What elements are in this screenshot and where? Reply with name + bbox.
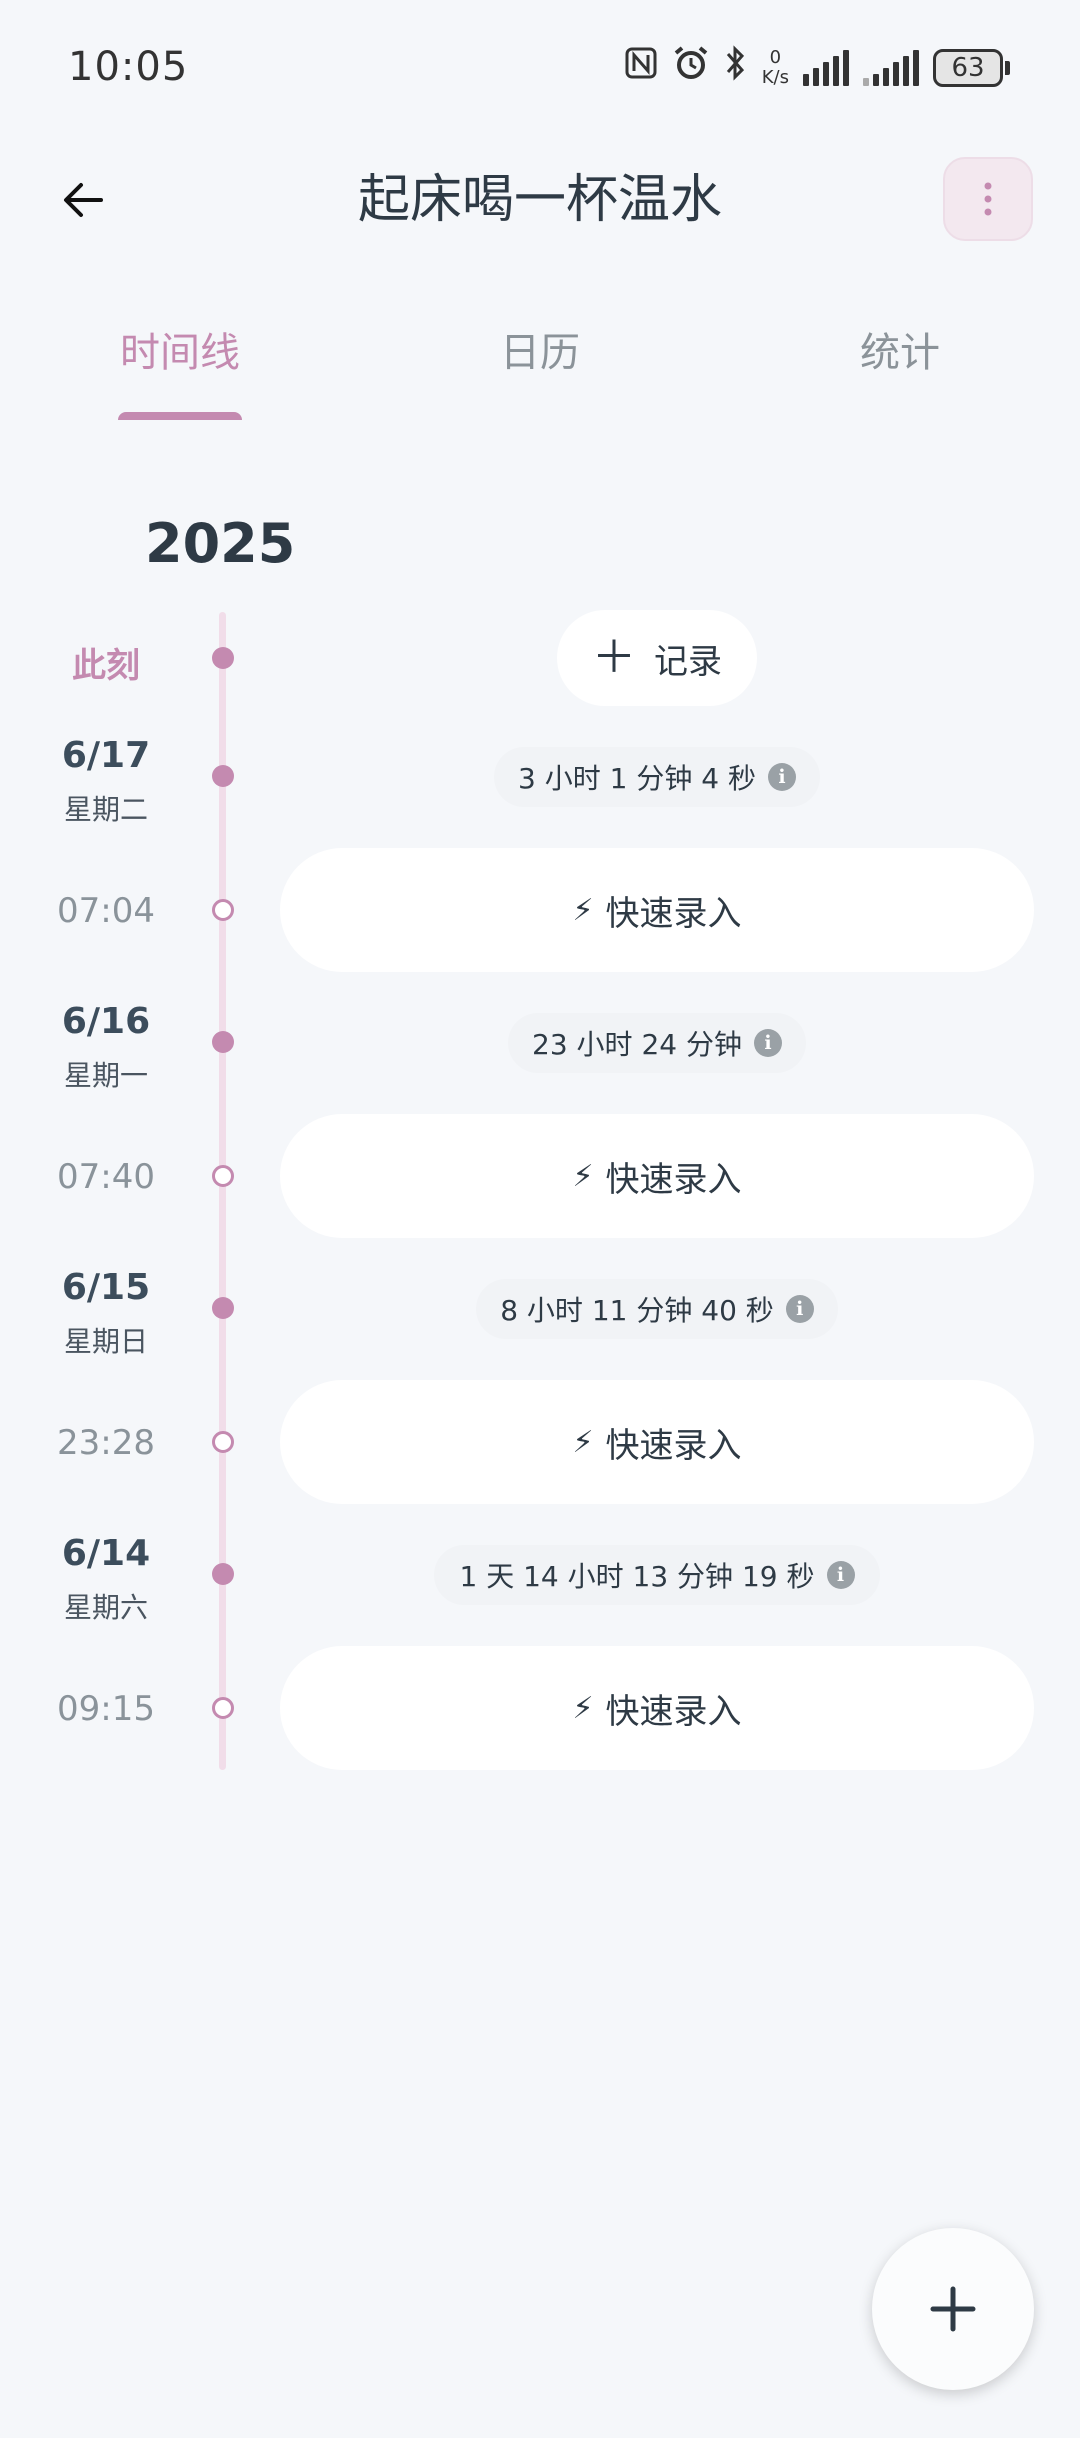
entry-time: 07:04	[57, 891, 155, 931]
entry-date: 6/16	[61, 1001, 151, 1042]
battery-icon: 63	[933, 48, 1010, 87]
status-time: 10:05	[68, 44, 189, 90]
duration-chip[interactable]: 1 天 14 小时 13 分钟 19 秒 i	[434, 1545, 880, 1605]
quick-entry-button[interactable]: ⚡ 快速录入	[280, 1380, 1034, 1504]
now-label: 此刻	[72, 646, 140, 686]
more-vertical-icon	[984, 182, 992, 216]
entry-time: 23:28	[57, 1423, 155, 1463]
timeline-dot	[212, 1297, 234, 1319]
bluetooth-icon	[724, 44, 748, 91]
entry-time: 09:15	[57, 1689, 155, 1729]
quick-entry-button[interactable]: ⚡ 快速录入	[280, 1114, 1034, 1238]
tab-calendar[interactable]: 日历	[440, 320, 640, 378]
plus-icon: ＋	[592, 632, 636, 683]
timeline-dot	[212, 1165, 234, 1187]
duration-chip[interactable]: 8 小时 11 分钟 40 秒 i	[476, 1279, 838, 1339]
entry-date: 6/17	[61, 735, 151, 776]
lightning-icon: ⚡	[572, 892, 594, 928]
more-options-button[interactable]	[943, 157, 1033, 241]
lightning-icon: ⚡	[572, 1158, 594, 1194]
tab-bar: 时间线 日历 统计	[0, 300, 1080, 420]
alarm-icon	[672, 44, 710, 91]
timeline-dot	[212, 899, 234, 921]
timeline-dot	[212, 1031, 234, 1053]
entry-date: 6/14	[61, 1533, 151, 1574]
duration-chip[interactable]: 23 小时 24 分钟 i	[508, 1013, 806, 1073]
timeline-dot	[212, 765, 234, 787]
info-icon: i	[753, 1029, 782, 1057]
app-screen: 10:05 0 K/s 63 起床喝一杯温水 时间线 日历 统计 2025 此刻…	[0, 0, 1080, 2438]
info-icon: i	[767, 763, 796, 791]
tab-indicator	[118, 412, 242, 420]
year-heading: 2025	[145, 512, 296, 575]
timeline-dot	[212, 647, 234, 669]
entry-weekday: 星期一	[63, 1059, 148, 1092]
page-title: 起床喝一杯温水	[357, 170, 722, 230]
quick-entry-button[interactable]: ⚡ 快速录入	[280, 848, 1034, 972]
status-icons: 0 K/s 63	[624, 44, 1010, 91]
timeline-dot	[212, 1431, 234, 1453]
entry-time: 07:40	[57, 1157, 155, 1197]
entry-date: 6/15	[61, 1267, 151, 1308]
tab-timeline[interactable]: 时间线	[80, 320, 280, 378]
signal-icon	[803, 49, 849, 86]
entry-weekday: 星期六	[63, 1591, 148, 1624]
record-button[interactable]: ＋ 记录	[557, 610, 757, 706]
app-bar: 起床喝一杯温水	[0, 145, 1080, 255]
info-icon: i	[826, 1561, 855, 1589]
tab-statistics[interactable]: 统计	[800, 320, 1000, 378]
status-bar: 10:05 0 K/s 63	[0, 0, 1080, 135]
entry-weekday: 星期日	[63, 1325, 148, 1358]
duration-chip[interactable]: 3 小时 1 分钟 4 秒 i	[494, 747, 820, 807]
entry-weekday: 星期二	[63, 793, 148, 826]
signal-icon	[863, 49, 919, 86]
nfc-icon	[624, 46, 658, 89]
lightning-icon: ⚡	[572, 1690, 594, 1726]
plus-icon	[930, 2286, 976, 2332]
net-speed: 0 K/s	[761, 46, 789, 88]
timeline-dot	[212, 1563, 234, 1585]
lightning-icon: ⚡	[572, 1424, 594, 1460]
quick-entry-button[interactable]: ⚡ 快速录入	[280, 1646, 1034, 1770]
add-fab-button[interactable]	[872, 2228, 1034, 2390]
timeline-dot	[212, 1697, 234, 1719]
info-icon: i	[785, 1295, 814, 1323]
